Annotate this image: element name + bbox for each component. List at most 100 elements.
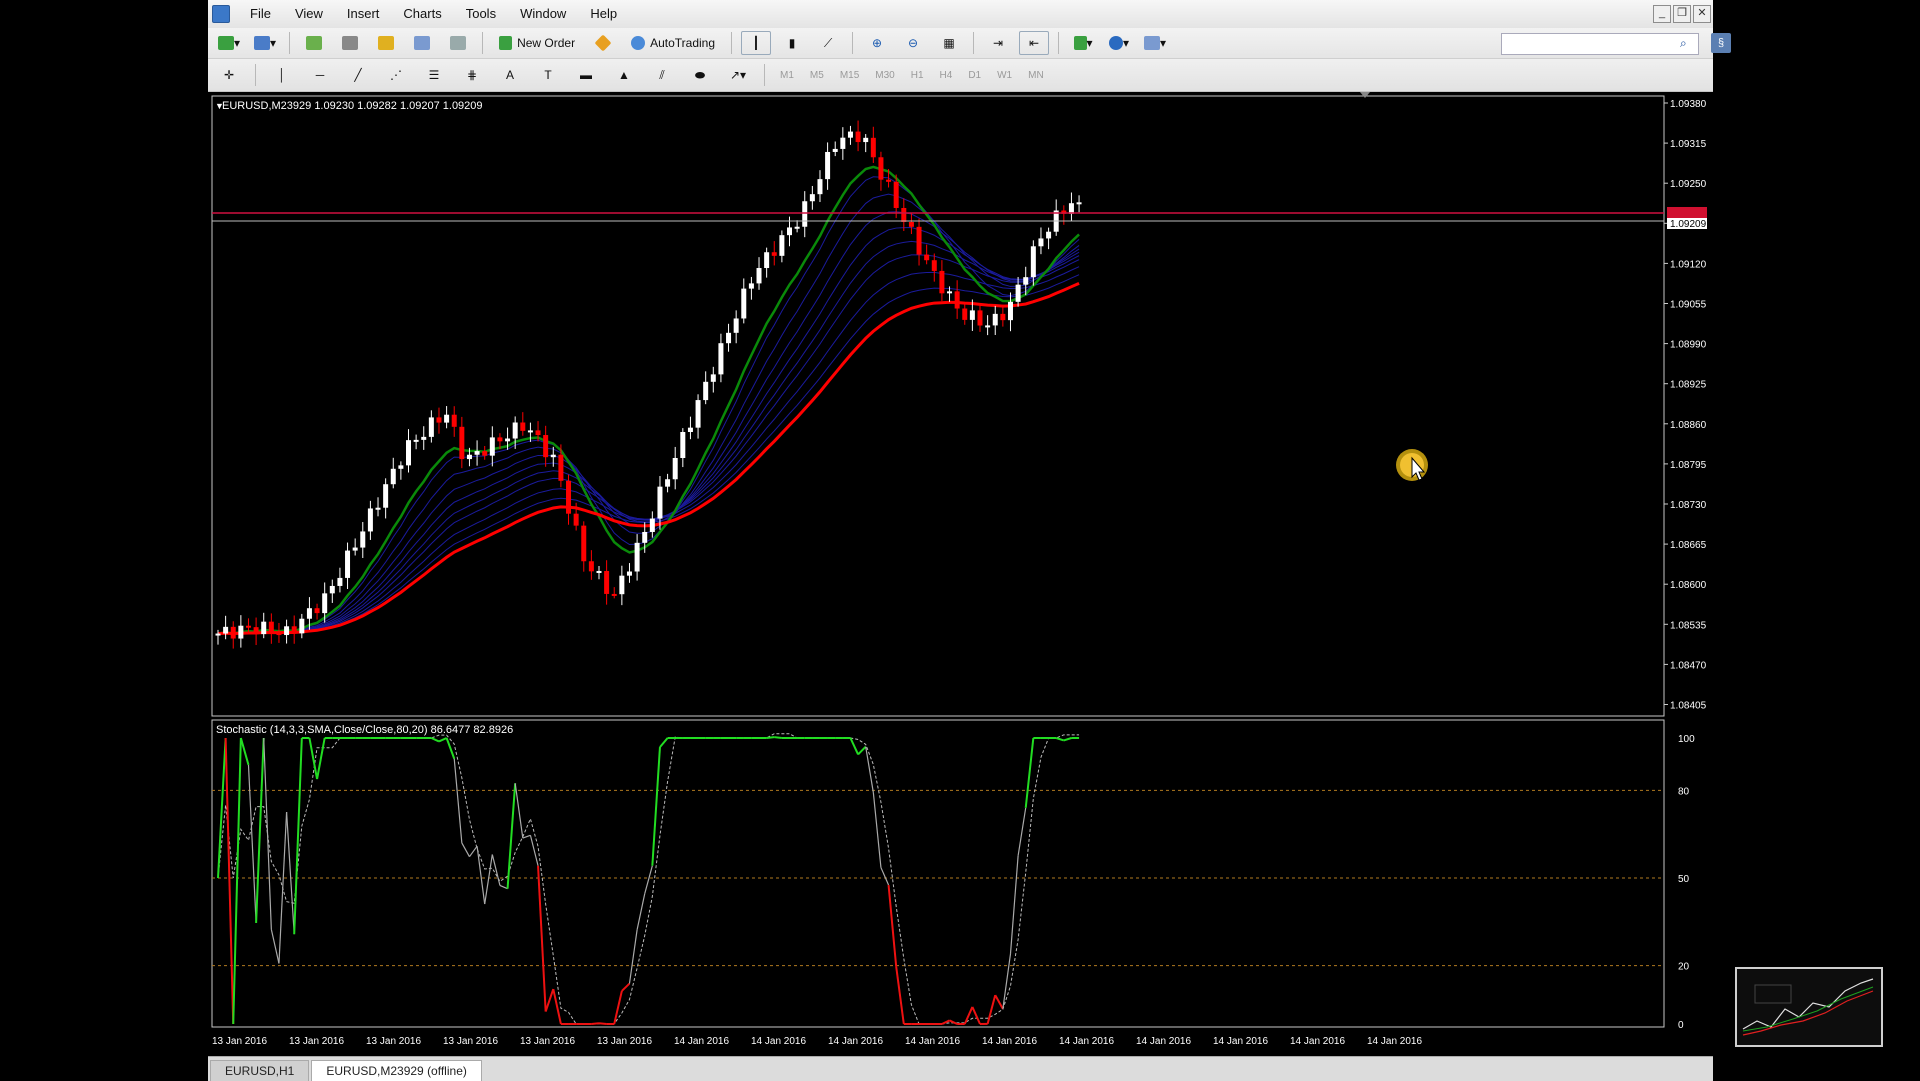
market-watch-icon[interactable] [299, 31, 329, 55]
candle-body [848, 132, 853, 138]
timeframe-mn[interactable]: MN [1028, 70, 1044, 81]
candle-body [360, 531, 365, 547]
vertical-line-icon[interactable]: │ [267, 63, 297, 87]
price-tick: 1.09315 [1670, 139, 1707, 150]
new-order-button[interactable]: New Order [492, 31, 582, 55]
current-price-label: 1.09209 [1670, 219, 1707, 230]
menu-insert[interactable]: Insert [343, 4, 384, 23]
community-icon[interactable]: § [1711, 33, 1731, 53]
candle-body [398, 465, 403, 468]
zoom-in-icon[interactable]: ⊕ [862, 31, 892, 55]
video-thumbnail [1735, 967, 1883, 1047]
candle-body [497, 437, 502, 441]
arrows-icon[interactable]: ↗▾ [723, 63, 753, 87]
meta-editor-icon[interactable] [588, 31, 618, 55]
stochastic-main-segment [850, 738, 858, 754]
candle-body [612, 594, 617, 596]
tab-eurusd-offline[interactable]: EURUSD,M23929 (offline) [311, 1060, 482, 1081]
chart-canvas[interactable]: EURUSD,M23929 1.09230 1.09282 1.09207 1.… [208, 92, 1713, 1054]
close-icon[interactable]: ✕ [1693, 5, 1711, 23]
candle-body [216, 634, 221, 636]
candle-body [254, 627, 259, 634]
price-tick: 1.09380 [1670, 99, 1707, 110]
menu-view[interactable]: View [291, 4, 327, 23]
chart-window[interactable]: EURUSD,M23929 1.09230 1.09282 1.09207 1.… [208, 92, 1713, 1054]
chart-shift-icon[interactable]: ⇤ [1019, 31, 1049, 55]
rectangle-icon[interactable]: ▬ [571, 63, 601, 87]
time-tick: 14 Jan 2016 [1136, 1036, 1191, 1047]
gann-grid-icon[interactable]: ⋕ [457, 63, 487, 87]
timeframe-w1[interactable]: W1 [997, 70, 1012, 81]
templates-button[interactable]: ▾ [1140, 31, 1170, 55]
minimize-icon[interactable]: _ [1653, 5, 1671, 23]
chart-shift-marker[interactable] [1360, 92, 1370, 98]
menu-window[interactable]: Window [516, 4, 570, 23]
timeframe-h1[interactable]: H1 [911, 70, 924, 81]
fibonacci-fan-icon[interactable]: ⋰ [381, 63, 411, 87]
timeframe-m30[interactable]: M30 [875, 70, 894, 81]
navigator-icon[interactable] [371, 31, 401, 55]
stochastic-main-segment [637, 894, 645, 930]
candlestick-icon[interactable]: ▮ [777, 31, 807, 55]
stochastic-main-segment [309, 738, 317, 779]
candle-body [886, 180, 891, 182]
profiles-button[interactable]: ▾ [250, 31, 280, 55]
stochastic-main-segment [241, 738, 249, 765]
autotrading-button[interactable]: AutoTrading [624, 31, 722, 55]
ellipse-icon[interactable]: ⬬ [685, 63, 715, 87]
text-label-icon[interactable]: T [533, 63, 563, 87]
text-icon[interactable]: A [495, 63, 525, 87]
data-window-icon[interactable] [335, 31, 365, 55]
candle-body [635, 543, 640, 572]
stochastic-main-segment [629, 930, 637, 984]
candle-body [307, 608, 312, 619]
stochastic-main-segment [889, 885, 897, 966]
crosshair-icon[interactable]: ✛ [214, 63, 244, 87]
candle-body [246, 626, 251, 628]
indicators-button[interactable]: ▾ [1068, 31, 1098, 55]
menu-file[interactable]: File [246, 4, 275, 23]
auto-scroll-icon[interactable]: ⇥ [983, 31, 1013, 55]
candle-body [718, 343, 723, 374]
candle-body [383, 484, 388, 508]
mouse-cursor-icon [1392, 445, 1452, 510]
tester-icon[interactable] [443, 31, 473, 55]
search-input[interactable]: ⌕ [1501, 33, 1699, 55]
stochastic-main-segment [591, 1023, 599, 1024]
menu-help[interactable]: Help [586, 4, 621, 23]
terminal-icon[interactable] [407, 31, 437, 55]
timeframe-h4[interactable]: H4 [940, 70, 953, 81]
stochastic-main-segment [988, 995, 996, 1024]
line-chart-icon[interactable]: ⟋ [813, 31, 843, 55]
candle-body [665, 479, 670, 486]
fibonacci-retracement-icon[interactable]: ☰ [419, 63, 449, 87]
menu-charts[interactable]: Charts [399, 4, 445, 23]
trendline-icon[interactable]: ╱ [343, 63, 373, 87]
tab-eurusd-h1[interactable]: EURUSD,H1 [210, 1060, 309, 1081]
time-tick: 14 Jan 2016 [1213, 1036, 1268, 1047]
horizontal-line-icon[interactable]: ─ [305, 63, 335, 87]
collapse-triangle-icon[interactable]: ▼ [215, 101, 224, 111]
time-tick: 14 Jan 2016 [1059, 1036, 1114, 1047]
channel-icon[interactable]: ⫽ [647, 63, 677, 87]
menu-tools[interactable]: Tools [462, 4, 500, 23]
triangle-icon[interactable]: ▲ [609, 63, 639, 87]
timeframe-m1[interactable]: M1 [780, 70, 794, 81]
restore-icon[interactable]: ❐ [1673, 5, 1691, 23]
search-icon[interactable]: ⌕ [1680, 36, 1696, 52]
candle-body [932, 260, 937, 271]
bar-chart-icon[interactable]: ┃ [741, 31, 771, 55]
candle-body [840, 138, 845, 149]
candle-body [955, 291, 960, 308]
timeframe-m5[interactable]: M5 [810, 70, 824, 81]
candle-body [757, 268, 762, 283]
tile-windows-icon[interactable]: ▦ [934, 31, 964, 55]
periods-button[interactable]: ▾ [1104, 31, 1134, 55]
new-chart-button[interactable]: ▾ [214, 31, 244, 55]
stochastic-main-segment [1056, 738, 1064, 740]
zoom-out-icon[interactable]: ⊖ [898, 31, 928, 55]
timeframe-d1[interactable]: D1 [968, 70, 981, 81]
candle-body [688, 428, 693, 432]
timeframe-m15[interactable]: M15 [840, 70, 859, 81]
candle-body [1031, 246, 1036, 277]
